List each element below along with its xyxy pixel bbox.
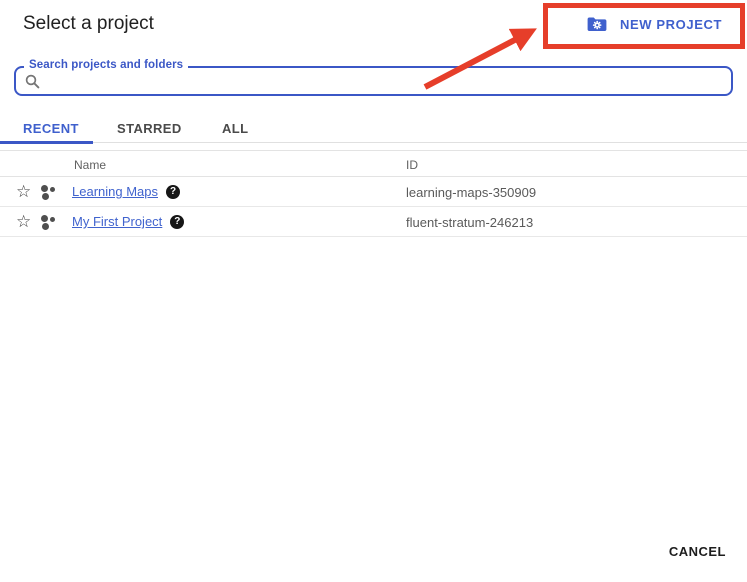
tab-bar: RECENT STARRED ALL [0, 117, 747, 143]
project-icon [40, 184, 56, 200]
project-link[interactable]: My First Project [72, 214, 162, 229]
tab-all[interactable]: ALL [222, 121, 248, 136]
project-id: fluent-stratum-246213 [406, 215, 533, 230]
active-tab-underline [0, 141, 93, 144]
search-field-label: Search projects and folders [24, 59, 188, 71]
new-project-label: NEW PROJECT [620, 17, 722, 32]
new-project-folder-gear-icon [587, 16, 607, 33]
cancel-button[interactable]: CANCEL [669, 544, 726, 559]
star-icon[interactable]: ☆ [16, 183, 34, 200]
search-icon [25, 74, 40, 89]
page-title: Select a project [23, 13, 154, 35]
project-link[interactable]: Learning Maps [72, 184, 158, 199]
help-icon[interactable]: ? [170, 215, 184, 229]
column-header-name: Name [74, 158, 106, 172]
project-id: learning-maps-350909 [406, 185, 536, 200]
new-project-button[interactable]: NEW PROJECT [587, 16, 722, 33]
star-icon[interactable]: ☆ [16, 213, 34, 230]
search-field[interactable]: Search projects and folders [14, 66, 733, 96]
help-icon[interactable]: ? [166, 185, 180, 199]
table-header-row: Name ID [0, 150, 747, 177]
tab-starred[interactable]: STARRED [117, 121, 182, 136]
column-header-id: ID [406, 158, 418, 172]
projects-table: Name ID ☆ Learning Maps ? learning-maps-… [0, 150, 747, 237]
search-input[interactable] [47, 70, 731, 92]
project-icon [40, 214, 56, 230]
table-row-my-first-project[interactable]: ☆ My First Project ? fluent-stratum-2462… [0, 207, 747, 237]
table-row-learning-maps[interactable]: ☆ Learning Maps ? learning-maps-350909 [0, 177, 747, 207]
tab-recent[interactable]: RECENT [23, 121, 79, 136]
